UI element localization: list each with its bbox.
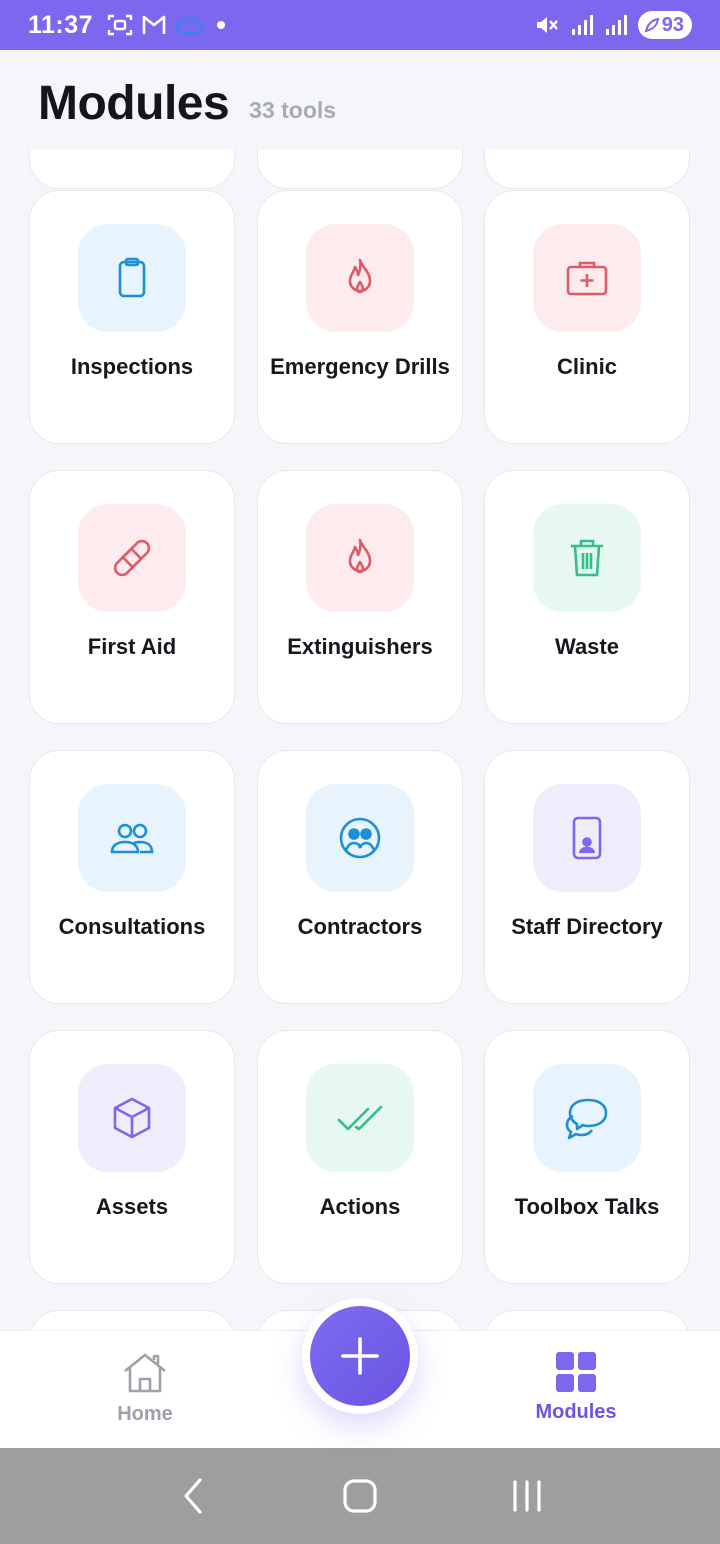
module-tile — [306, 784, 414, 892]
chat-bubbles-icon — [565, 1098, 608, 1140]
module-card-first-aid[interactable]: First Aid — [29, 470, 235, 724]
user-group-circle-icon — [339, 817, 381, 859]
module-label: Staff Directory — [511, 914, 663, 939]
back-chevron-icon — [184, 1478, 202, 1514]
clipboard-icon — [118, 257, 146, 298]
module-tile — [306, 224, 414, 332]
module-tile — [533, 224, 641, 332]
page-header: Modules 33 tools — [0, 50, 720, 150]
module-card-consultations[interactable]: Consultations — [29, 750, 235, 1004]
module-tile — [533, 504, 641, 612]
status-notification-icons — [107, 13, 231, 37]
module-card-partial[interactable] — [29, 1310, 235, 1330]
module-tile — [533, 784, 641, 892]
nav-home[interactable]: Home — [70, 1351, 220, 1426]
module-label: Emergency Drills — [270, 354, 450, 379]
signal-icon — [571, 15, 593, 35]
module-card-extinguishers[interactable]: Extinguishers — [257, 470, 463, 724]
add-button[interactable] — [302, 1298, 418, 1414]
status-bar: 11:37 93 — [0, 0, 720, 50]
module-label: Inspections — [70, 354, 194, 379]
module-tile — [533, 1064, 641, 1172]
module-card-clinic[interactable]: Clinic — [484, 190, 690, 444]
status-system-icons: 93 — [534, 11, 692, 39]
module-label: Toolbox Talks — [514, 1194, 660, 1219]
system-nav-bar — [0, 1448, 720, 1544]
module-card-partial[interactable] — [484, 1310, 690, 1330]
status-time: 11:37 — [28, 10, 94, 39]
module-label: First Aid — [87, 634, 177, 659]
gmail-icon — [142, 15, 166, 34]
module-label: Contractors — [297, 914, 423, 939]
module-card-partial[interactable] — [29, 150, 235, 189]
module-card-inspections[interactable]: Inspections — [29, 190, 235, 444]
module-tile — [78, 784, 186, 892]
phone-contact-icon — [572, 816, 602, 860]
battery-indicator: 93 — [637, 11, 692, 39]
module-card-toolbox-talks[interactable]: Toolbox Talks — [484, 1030, 690, 1284]
module-card-contractors[interactable]: Contractors — [257, 750, 463, 1004]
module-label: Assets — [95, 1194, 169, 1219]
nav-modules-label: Modules — [535, 1401, 617, 1423]
users-icon — [110, 823, 154, 854]
trash-icon — [571, 539, 603, 577]
system-home-button[interactable] — [330, 1466, 390, 1526]
module-card-staff-directory[interactable]: Staff Directory — [484, 750, 690, 1004]
module-card-partial[interactable] — [257, 150, 463, 189]
nav-home-label: Home — [117, 1403, 173, 1425]
dot-icon — [217, 21, 226, 29]
grid-icon — [556, 1352, 596, 1392]
module-tile — [306, 504, 414, 612]
module-label: Waste — [555, 634, 619, 659]
module-card-partial[interactable] — [484, 150, 690, 189]
battery-level: 93 — [661, 13, 684, 36]
cloud-icon — [176, 16, 204, 35]
flame-icon — [348, 258, 372, 294]
module-tile — [78, 1064, 186, 1172]
add-button-inner — [310, 1306, 410, 1406]
leaf-icon — [644, 17, 659, 33]
module-tile — [78, 224, 186, 332]
module-card-actions[interactable]: Actions — [257, 1030, 463, 1284]
flame-icon — [348, 538, 372, 574]
system-recents-button[interactable] — [497, 1466, 557, 1526]
page-title: Modules — [38, 77, 230, 130]
module-label: Clinic — [557, 354, 617, 379]
module-label: Actions — [319, 1194, 401, 1219]
bandage-icon — [113, 539, 151, 577]
mute-icon — [536, 17, 558, 33]
plus-icon — [341, 1337, 379, 1375]
recents-icon — [513, 1480, 541, 1512]
system-back-button[interactable] — [163, 1466, 223, 1526]
module-tile — [306, 1064, 414, 1172]
home-icon — [124, 1353, 166, 1393]
nav-modules[interactable]: Modules — [501, 1351, 651, 1424]
modules-grid[interactable]: Inspections Emergency Drills Clinic Firs… — [0, 150, 720, 1330]
screenshot-icon — [107, 14, 133, 36]
double-check-icon — [337, 1105, 383, 1131]
module-card-waste[interactable]: Waste — [484, 470, 690, 724]
home-square-icon — [343, 1479, 377, 1513]
cube-icon — [113, 1097, 151, 1139]
signal-icon-2 — [605, 15, 627, 35]
module-label: Consultations — [58, 914, 206, 939]
module-tile — [78, 504, 186, 612]
module-label: Extinguishers — [287, 634, 433, 659]
medical-kit-icon — [566, 261, 608, 296]
module-card-emergency-drills[interactable]: Emergency Drills — [257, 190, 463, 444]
tool-count: 33 tools — [249, 97, 337, 123]
module-card-assets[interactable]: Assets — [29, 1030, 235, 1284]
